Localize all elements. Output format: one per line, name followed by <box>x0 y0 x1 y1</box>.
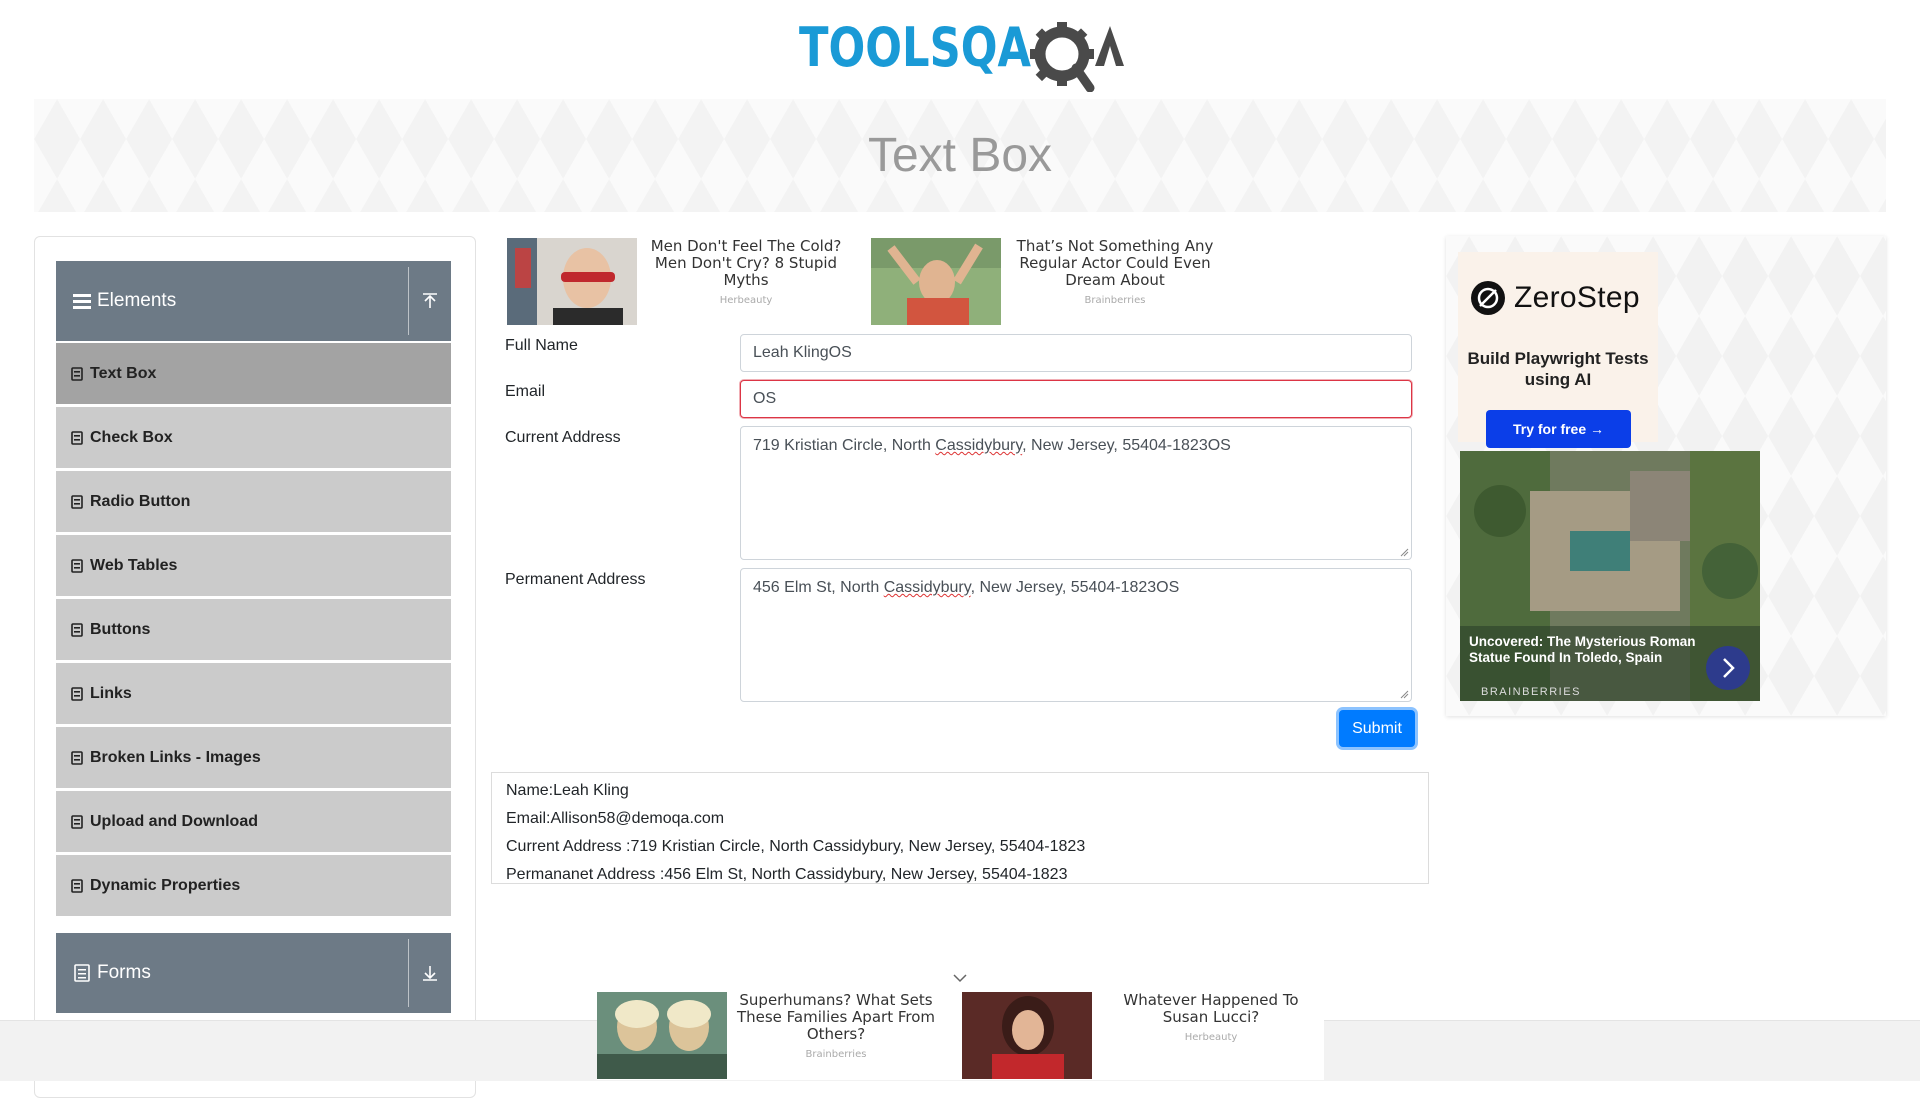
full-name-label: Full Name <box>505 337 578 354</box>
elements-group-title: Elements <box>97 290 177 311</box>
toolsqa-logo[interactable]: TOOLSQA <box>799 14 1129 92</box>
menu-item-icon <box>71 430 83 445</box>
output-email: Email:Allison58@demoqa.com <box>506 810 725 827</box>
sidebar-item-dynamic-properties[interactable]: Dynamic Properties <box>56 855 451 916</box>
current-address-text-end: , New Jersey, 55404-1823OS <box>1022 437 1231 454</box>
menu-item-icon <box>71 558 83 573</box>
sidebar-item-label: Upload and Download <box>90 812 258 830</box>
ad-source: Herbeauty <box>1184 1032 1238 1043</box>
output-permanent-address: Permananet Address :456 Elm St, North Ca… <box>506 866 1068 883</box>
zerostep-brand: ZeroStep <box>1514 281 1640 314</box>
current-address-text: 719 Kristian Circle, North <box>753 437 936 454</box>
sidebar-item-radio-button[interactable]: Radio Button <box>56 471 451 532</box>
ad-title: Whatever Happened To Susan Lucci? <box>1123 991 1299 1026</box>
email-label: Email <box>505 383 546 400</box>
current-address-label: Current Address <box>505 429 621 446</box>
sidebar-item-upload-and-download[interactable]: Upload and Download <box>56 791 451 852</box>
output-current-address: Current Address :719 Kristian Circle, No… <box>506 838 1086 855</box>
upload-arrow-icon <box>423 293 437 308</box>
permanent-address-label: Permanent Address <box>505 571 646 588</box>
story-caption: Uncovered: The Mysterious Roman Statue F… <box>1460 626 1760 701</box>
ad-source: Brainberries <box>805 1049 867 1060</box>
ad-thumbnail <box>962 992 1092 1079</box>
sidebar-item-label: Broken Links - Images <box>90 748 261 766</box>
sidebar-item-links[interactable]: Links <box>56 663 451 724</box>
try-for-free-button[interactable]: Try for free → <box>1486 410 1631 448</box>
ad-card[interactable]: That’s Not Something Any Regular Actor C… <box>871 238 1225 325</box>
spellcheck-flagged-word: Cassidybury <box>883 579 971 596</box>
form-icon <box>74 964 90 982</box>
sidebar-item-label: Dynamic Properties <box>90 876 241 894</box>
forms-group-header[interactable]: Forms <box>56 933 451 1013</box>
page-title: Text Box <box>867 129 1053 182</box>
sidebar-item-label: Web Tables <box>90 556 178 574</box>
ad-title: Men Don't Feel The Cold? Men Don't Cry? … <box>650 237 842 289</box>
download-arrow-icon <box>423 966 437 981</box>
menu-item-icon <box>71 622 83 637</box>
aerial-story-card[interactable]: Uncovered: The Mysterious Roman Statue F… <box>1460 451 1760 701</box>
submit-button[interactable]: Submit <box>1339 710 1415 747</box>
ad-card[interactable]: Superhumans? What Sets These Families Ap… <box>597 992 941 1079</box>
ad-card[interactable]: Whatever Happened To Susan Lucci? Herbea… <box>962 992 1316 1079</box>
ad-thumbnail <box>507 238 637 325</box>
full-name-input[interactable]: Leah KlingOS <box>740 334 1412 372</box>
sidebar-item-label: Radio Button <box>90 492 191 510</box>
elements-group-header[interactable]: Elements <box>56 261 451 341</box>
ad-thumbnail <box>871 238 1001 325</box>
ad-thumbnail <box>597 992 727 1079</box>
next-arrow-button[interactable] <box>1706 646 1750 690</box>
ad-title: Superhumans? What Sets These Families Ap… <box>736 991 936 1043</box>
page-banner: Text Box <box>34 99 1886 212</box>
sidebar-item-web-tables[interactable]: Web Tables <box>56 535 451 596</box>
zerostep-tagline: Build Playwright Tests using AI <box>1467 349 1649 389</box>
chevron-right-icon <box>1723 658 1735 678</box>
story-source: BRAINBERRIES <box>1481 686 1581 698</box>
email-input[interactable]: OS <box>740 380 1412 418</box>
chevron-down-icon[interactable] <box>952 972 968 984</box>
menu-item-icon <box>71 366 83 381</box>
menu-item-icon <box>71 750 83 765</box>
menu-item-icon <box>71 686 83 701</box>
output-name: Name:Leah Kling <box>506 782 629 799</box>
sidebar-item-label: Buttons <box>90 620 151 638</box>
spellcheck-flagged-word: Cassidybury <box>935 437 1023 454</box>
sidebar-item-buttons[interactable]: Buttons <box>56 599 451 660</box>
logo-a-glyph <box>1095 26 1124 66</box>
sidebar-item-text-box[interactable]: Text Box <box>56 343 451 404</box>
permanent-address-text: 456 Elm St, North <box>753 579 884 596</box>
ad-source: Brainberries <box>1084 295 1146 306</box>
menu-item-icon <box>71 494 83 509</box>
permanent-address-textarea[interactable]: 456 Elm St, North Cassidybury, New Jerse… <box>740 568 1412 702</box>
sidebar-item-label: Check Box <box>90 428 173 446</box>
sidebar-item-label: Text Box <box>90 364 157 382</box>
zerostep-ad[interactable]: ZeroStep Build Playwright Tests using AI… <box>1458 252 1658 448</box>
sidebar-item-label: Links <box>90 684 132 702</box>
menu-item-icon <box>71 878 83 893</box>
expand-toggle[interactable] <box>408 939 451 1007</box>
current-address-textarea[interactable]: 719 Kristian Circle, North Cassidybury, … <box>740 426 1412 560</box>
story-title: Uncovered: The Mysterious Roman Statue F… <box>1469 634 1696 665</box>
ad-source: Herbeauty <box>719 295 773 306</box>
ad-title: That’s Not Something Any Regular Actor C… <box>1016 237 1214 289</box>
zerostep-logo-icon <box>1471 281 1505 315</box>
menu-item-icon <box>71 814 83 829</box>
resize-grip-icon[interactable] <box>1400 690 1409 699</box>
logo-wordmark: TOOLSQA <box>799 16 1031 79</box>
resize-grip-icon[interactable] <box>1400 548 1409 557</box>
bottom-ad-panel: Superhumans? What Sets These Families Ap… <box>597 990 1324 1080</box>
gear-icon <box>1030 22 1095 92</box>
permanent-address-text-end: , New Jersey, 55404-1823OS <box>970 579 1180 596</box>
ad-card[interactable]: Men Don't Feel The Cold? Men Don't Cry? … <box>507 238 851 325</box>
collapse-toggle[interactable] <box>408 267 451 335</box>
output-panel: Name:Leah Kling Email:Allison58@demoqa.c… <box>491 772 1429 884</box>
sidebar-item-check-box[interactable]: Check Box <box>56 407 451 468</box>
sidebar: Elements Text Box Check Box Radio Button… <box>34 236 476 1098</box>
sidebar-item-broken-links-images[interactable]: Broken Links - Images <box>56 727 451 788</box>
forms-group-title: Forms <box>97 962 151 983</box>
hamburger-icon <box>73 294 91 309</box>
right-ad-panel[interactable]: ZeroStep Build Playwright Tests using AI… <box>1446 236 1886 716</box>
